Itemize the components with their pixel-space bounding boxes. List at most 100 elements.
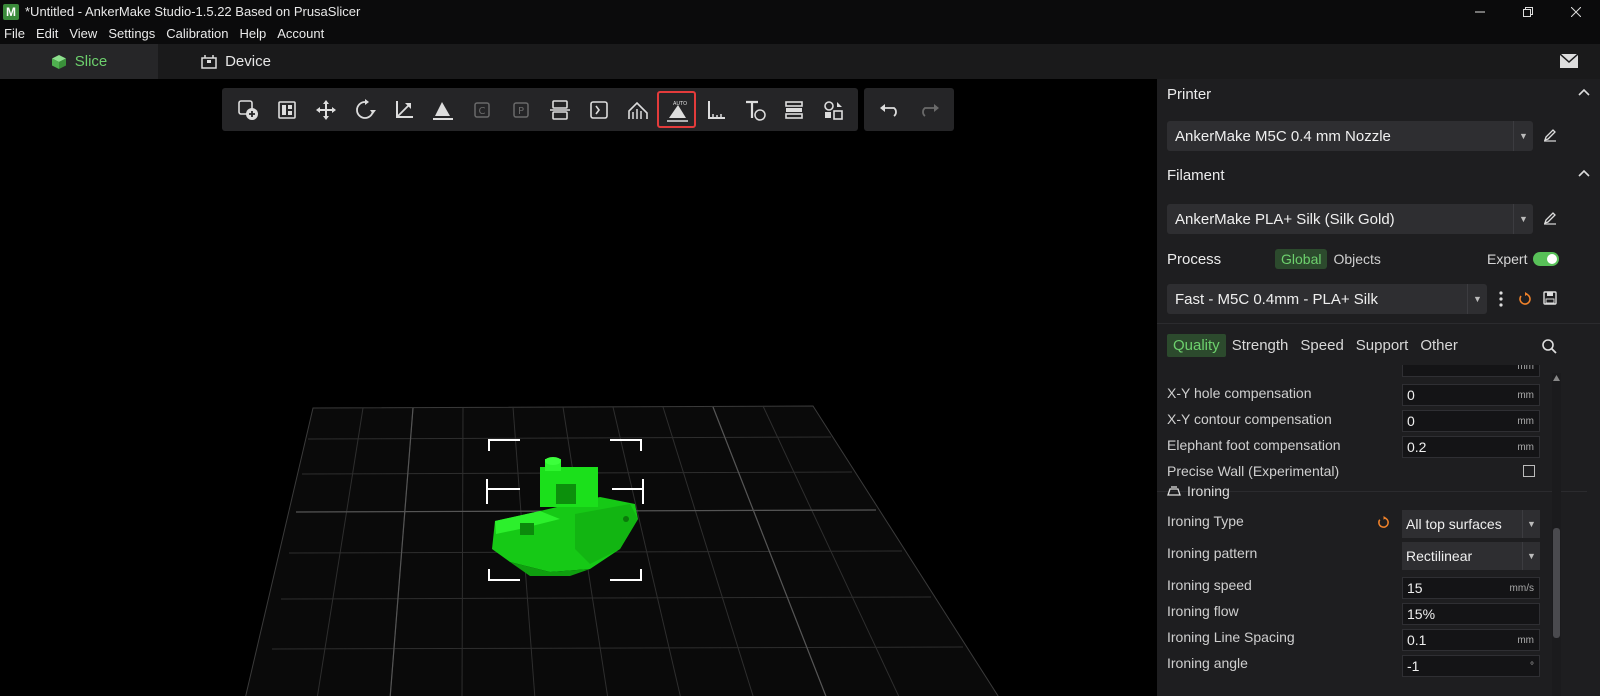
elephant-foot-input[interactable]: 0.2 mm [1402,436,1540,458]
ironing-spacing-input[interactable]: 0.1 mm [1402,629,1540,651]
move-button[interactable] [306,91,345,128]
text-icon [745,100,766,121]
ironing-type-row: Ironing Type All top surfaces ▼ [1157,508,1587,538]
edit-icon[interactable] [1543,211,1557,225]
tab-strength[interactable]: Strength [1226,334,1295,357]
xy-contour-row: X-Y contour compensation 0 mm [1157,406,1587,432]
copy-icon: C [473,101,490,118]
undo-button[interactable] [870,91,909,128]
menu-view[interactable]: View [69,26,97,41]
printer-value: AnkerMake M5C 0.4 mm Nozzle [1175,127,1391,145]
ironing-pattern-select[interactable]: Rectilinear ▼ [1402,542,1540,570]
tab-bar: Slice Device [0,44,1600,79]
maximize-button[interactable] [1504,0,1552,23]
expert-toggle[interactable] [1533,252,1560,266]
menu-help[interactable]: Help [239,26,266,41]
3d-viewport[interactable]: C P AUTO [0,79,1157,696]
dropdown-arrow-icon: ▼ [1522,542,1540,570]
tab-device-label: Device [225,53,271,70]
search-icon[interactable] [1541,338,1557,354]
arrange-button[interactable] [267,91,306,128]
more-options-icon[interactable] [1498,291,1504,307]
process-scope-tabs: Global Objects [1275,249,1387,269]
ironing-angle-label: Ironing angle [1167,655,1248,671]
scroll-thumb[interactable] [1553,528,1560,638]
mail-button[interactable] [1559,53,1579,73]
tab-global[interactable]: Global [1275,249,1328,269]
tab-support[interactable]: Support [1350,334,1415,357]
elephant-foot-row: Elephant foot compensation 0.2 mm [1157,432,1587,458]
filament-section-header[interactable]: Filament [1157,160,1600,190]
expert-label: Expert [1487,251,1528,267]
measure-button[interactable] [696,91,735,128]
copy-button[interactable]: C [462,91,501,128]
printer-select[interactable]: AnkerMake M5C 0.4 mm Nozzle ▼ [1167,121,1533,151]
filament-heading: Filament [1167,166,1225,184]
tab-slice[interactable]: Slice [0,44,158,79]
edit-icon[interactable] [1543,128,1557,142]
xy-contour-label: X-Y contour compensation [1167,411,1332,427]
tab-quality[interactable]: Quality [1167,334,1226,357]
xy-hole-input[interactable]: 0 mm [1402,384,1540,406]
chevron-up-icon [1578,169,1590,177]
elephant-foot-label: Elephant foot compensation [1167,437,1341,453]
lay-on-face-button[interactable] [423,91,462,128]
support-paint-button[interactable] [618,91,657,128]
menu-settings[interactable]: Settings [108,26,155,41]
xy-contour-input[interactable]: 0 mm [1402,410,1540,432]
redo-icon [921,103,939,117]
split-icon [549,99,570,120]
menu-edit[interactable]: Edit [36,26,58,41]
tab-other[interactable]: Other [1414,334,1464,357]
assemble-button[interactable] [813,91,852,128]
xy-hole-label: X-Y hole compensation [1167,385,1312,401]
add-object-button[interactable] [228,91,267,128]
scroll-up-icon[interactable] [1553,375,1560,381]
filament-select[interactable]: AnkerMake PLA+ Silk (Silk Gold) ▼ [1167,204,1533,234]
paste-button[interactable]: P [501,91,540,128]
window-title: *Untitled - AnkerMake Studio-1.5.22 Base… [25,4,361,19]
process-preset-select[interactable]: Fast - M5C 0.4mm - PLA+ Silk ▼ [1167,284,1487,314]
settings-scrollbar[interactable] [1552,373,1561,696]
dropdown-arrow-icon: ▼ [1513,204,1533,234]
ironing-speed-row: Ironing speed 15 mm/s [1157,572,1587,599]
tab-speed[interactable]: Speed [1294,334,1349,357]
ironing-speed-input[interactable]: 15 mm/s [1402,577,1540,599]
reset-icon[interactable] [1518,292,1532,306]
menu-account[interactable]: Account [277,26,324,41]
text-button[interactable] [735,91,774,128]
minimize-button[interactable] [1456,0,1504,23]
build-plate[interactable] [0,79,1157,696]
split-button[interactable] [540,91,579,128]
reset-icon[interactable] [1377,516,1390,529]
ironing-type-select[interactable]: All top surfaces ▼ [1402,510,1540,538]
scale-button[interactable] [384,91,423,128]
menu-file[interactable]: File [4,26,25,41]
assemble-icon [823,100,843,120]
auto-orient-button[interactable]: AUTO [657,91,696,128]
cut-button[interactable] [579,91,618,128]
layer-editing-button[interactable] [774,91,813,128]
precise-wall-checkbox[interactable] [1523,465,1535,477]
tab-objects[interactable]: Objects [1327,249,1386,269]
menu-calibration[interactable]: Calibration [166,26,228,41]
dropdown-arrow-icon: ▼ [1513,121,1533,151]
tab-device[interactable]: Device [158,44,314,79]
settings-panel: Printer AnkerMake M5C 0.4 mm Nozzle ▼ Fi… [1157,79,1600,696]
expert-mode[interactable]: Expert [1487,251,1560,267]
dropdown-arrow-icon: ▼ [1522,510,1540,538]
save-icon[interactable] [1543,291,1557,305]
mail-icon [1559,53,1579,68]
tools-group: C P AUTO [222,88,858,131]
ironing-spacing-label: Ironing Line Spacing [1167,629,1295,645]
redo-button[interactable] [909,91,948,128]
close-button[interactable] [1552,0,1600,23]
support-paint-icon [627,101,648,119]
printer-section-header[interactable]: Printer [1157,79,1600,109]
ironing-flow-input[interactable]: 15% [1402,603,1540,625]
ironing-angle-input[interactable]: -1 ° [1402,655,1540,677]
rotate-button[interactable] [345,91,384,128]
resolution-input[interactable]: mm [1402,365,1540,377]
lay-on-face-icon [432,101,453,120]
ironing-flow-label: Ironing flow [1167,603,1239,619]
